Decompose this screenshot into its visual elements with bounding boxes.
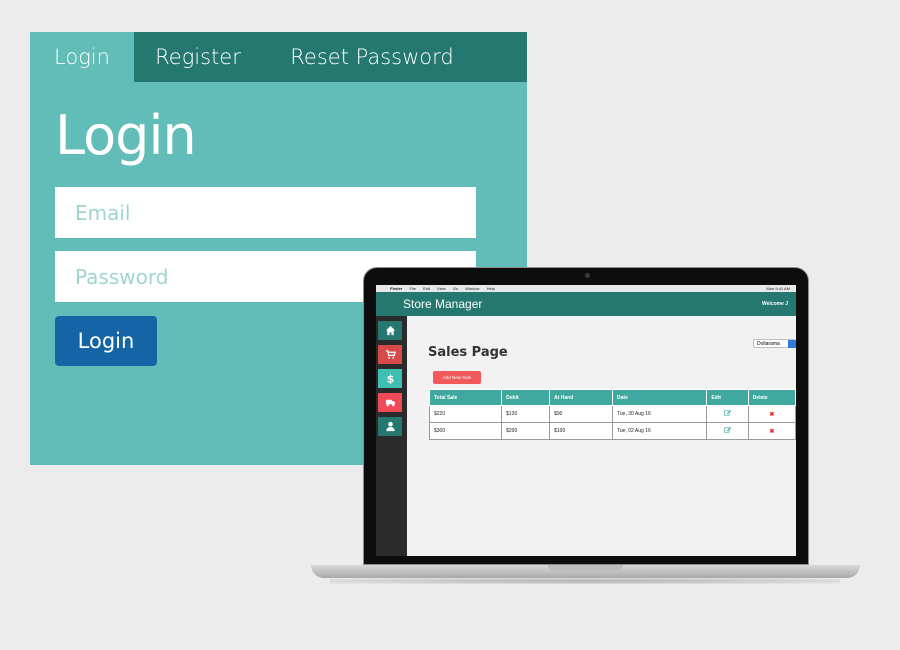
dollar-icon: $ bbox=[386, 373, 394, 384]
menubar-item-window[interactable]: Window bbox=[465, 285, 479, 292]
chevron-down-icon bbox=[788, 340, 796, 348]
login-button[interactable]: Login bbox=[55, 316, 157, 366]
sidebar-item-cart[interactable] bbox=[378, 345, 402, 364]
sidebar-item-home[interactable] bbox=[378, 321, 402, 340]
laptop-screen: Finder File Edit View Go Window Help Mon… bbox=[376, 285, 796, 556]
cart-icon bbox=[385, 350, 396, 359]
edit-icon[interactable] bbox=[723, 410, 732, 416]
login-heading: Login bbox=[55, 104, 197, 167]
table-row: $300 $200 $100 Tue, 02 Aug 16 ✖ bbox=[428, 422, 796, 440]
menubar-clock[interactable]: Mon 9:41 AM bbox=[766, 285, 790, 292]
tab-register[interactable]: Register bbox=[134, 32, 262, 82]
table-header-row: Total Sale Debit At Hand Date Edit Delet… bbox=[428, 389, 796, 406]
menubar-item-go[interactable]: Go bbox=[453, 285, 458, 292]
cell-at-hand: $90 bbox=[549, 405, 614, 423]
cell-delete: ✖ bbox=[747, 422, 796, 440]
tab-reset-password[interactable]: Reset Password bbox=[262, 32, 482, 82]
cell-total-sale: $300 bbox=[428, 422, 503, 440]
login-tabs: Login Register Reset Password bbox=[30, 32, 527, 82]
cell-date: Tue, 30 Aug 16 bbox=[612, 405, 708, 423]
cell-edit bbox=[706, 405, 749, 423]
cell-date: Tue, 02 Aug 16 bbox=[612, 422, 708, 440]
welcome-text: Welcome J bbox=[762, 301, 789, 307]
menubar-item-finder[interactable]: Finder bbox=[390, 285, 402, 292]
sales-table: Total Sale Debit At Hand Date Edit Delet… bbox=[428, 389, 796, 440]
sidebar-item-user[interactable] bbox=[378, 417, 402, 436]
email-field[interactable] bbox=[55, 187, 476, 238]
table-row: $220 $130 $90 Tue, 30 Aug 16 ✖ bbox=[428, 405, 796, 423]
cell-edit bbox=[706, 422, 749, 440]
menubar-item-help[interactable]: Help bbox=[487, 285, 495, 292]
store-select-value: Dollarama bbox=[757, 341, 780, 347]
app-title[interactable]: Store Manager bbox=[403, 292, 482, 316]
add-new-sale-button[interactable]: Add New Sale bbox=[433, 371, 481, 384]
delete-icon[interactable]: ✖ bbox=[769, 412, 774, 418]
cell-at-hand: $100 bbox=[549, 422, 614, 440]
column-header-delete: Delete bbox=[747, 389, 796, 406]
cell-debit: $200 bbox=[501, 422, 551, 440]
laptop-notch bbox=[548, 565, 623, 571]
app-sidebar: $ bbox=[376, 316, 407, 556]
sidebar-item-delivery[interactable] bbox=[378, 393, 402, 412]
sidebar-item-sales[interactable]: $ bbox=[378, 369, 402, 388]
cell-total-sale: $220 bbox=[428, 405, 503, 423]
menubar-item-view[interactable]: View bbox=[437, 285, 446, 292]
mac-menubar: Finder File Edit View Go Window Help Mon… bbox=[376, 285, 796, 292]
user-icon bbox=[385, 421, 395, 432]
column-header-at-hand: At Hand bbox=[549, 389, 614, 406]
cell-delete: ✖ bbox=[747, 405, 796, 423]
edit-icon[interactable] bbox=[723, 427, 732, 433]
home-icon bbox=[385, 325, 395, 336]
page-title: Sales Page bbox=[428, 345, 508, 360]
store-select[interactable]: Dollarama bbox=[753, 339, 796, 348]
column-header-date: Date bbox=[612, 389, 708, 406]
menubar-status: Mon 9:41 AM bbox=[761, 285, 790, 292]
truck-icon bbox=[385, 399, 395, 407]
svg-text:$: $ bbox=[386, 373, 394, 384]
column-header-total-sale: Total Sale bbox=[428, 389, 503, 406]
laptop-shadow bbox=[330, 578, 840, 584]
menubar-item-edit[interactable]: Edit bbox=[423, 285, 430, 292]
app-header: Store Manager Welcome J bbox=[376, 292, 796, 316]
menubar-item-file[interactable]: File bbox=[409, 285, 415, 292]
delete-icon[interactable]: ✖ bbox=[769, 429, 774, 435]
column-header-edit: Edit bbox=[706, 389, 749, 406]
cell-debit: $130 bbox=[501, 405, 551, 423]
tab-login[interactable]: Login bbox=[30, 32, 134, 82]
laptop-camera bbox=[585, 273, 590, 278]
column-header-debit: Debit bbox=[501, 389, 551, 406]
